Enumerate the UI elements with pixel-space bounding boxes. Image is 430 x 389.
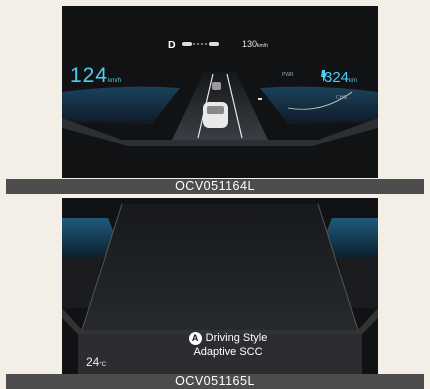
gear-indicator: D — [168, 39, 176, 51]
power-gauge-label: PWR — [282, 72, 294, 78]
own-car-icon — [203, 102, 228, 128]
message-line-1: Driving Style — [205, 332, 268, 344]
image-caption-top: OCV051164L — [6, 179, 424, 194]
set-speed-car-icon — [182, 42, 219, 46]
message-line-2: Adaptive SCC — [193, 346, 263, 358]
current-speed: 124km/h — [70, 64, 122, 87]
charge-gauge-label: CHG — [336, 95, 348, 101]
image-caption-bottom: OCV051165L — [6, 374, 424, 389]
callout-a-icon: A — [188, 331, 202, 345]
scc-message: A Driving Style Adaptive SCC — [158, 331, 298, 359]
set-speed: 130km/h — [242, 39, 268, 49]
outside-temperature: 24°C — [86, 355, 107, 369]
cluster-screen-bottom: A Driving Style Adaptive SCC 24°C — [62, 198, 378, 375]
lead-car-icon — [212, 82, 221, 90]
driving-range: 324km — [324, 69, 358, 86]
road-scene-top — [62, 42, 378, 146]
cluster-screen-top: D 130km/h 124km/h PWR CHG 324km — [62, 6, 378, 178]
